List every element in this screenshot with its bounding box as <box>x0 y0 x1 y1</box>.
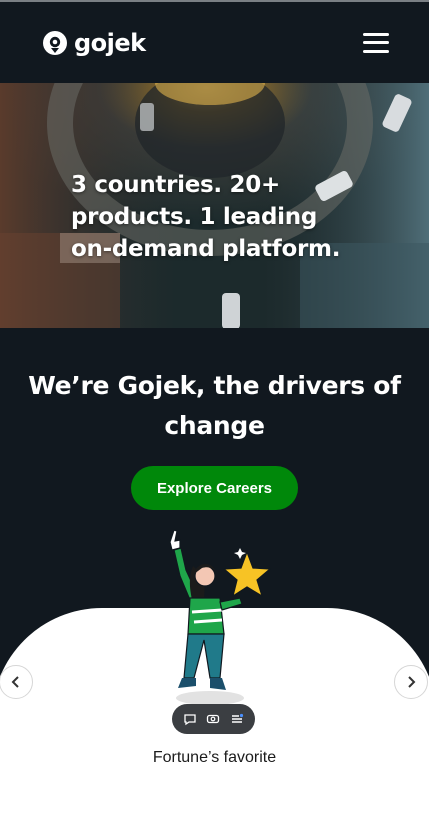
hero-line-2: products. 1 leading <box>71 204 318 230</box>
gojek-logo[interactable]: gojek <box>42 29 146 57</box>
chevron-left-icon <box>11 676 19 688</box>
list-icon[interactable] <box>228 710 246 728</box>
chevron-right-icon <box>408 676 416 688</box>
mission-line-1: We’re Gojek, the drivers of <box>28 371 401 400</box>
hamburger-menu-icon[interactable] <box>363 32 389 53</box>
logo-text: gojek <box>74 28 146 57</box>
floating-toolbar <box>172 704 255 734</box>
chat-bubble-icon[interactable] <box>181 710 199 728</box>
explore-careers-button[interactable]: Explore Careers <box>131 466 298 510</box>
mission-heading: We’re Gojek, the drivers of change <box>0 366 429 446</box>
driver-holding-star-illustration <box>169 529 272 705</box>
carousel-next-button[interactable] <box>394 665 428 699</box>
hero-line-3: on-demand platform. <box>71 236 341 262</box>
hero-line-1: 3 countries. 20+ <box>71 172 280 198</box>
mission-line-2: change <box>164 411 265 440</box>
site-header: gojek <box>0 2 429 83</box>
hero-headline: 3 countries. 20+ products. 1 leading on-… <box>71 169 371 265</box>
gojek-logo-icon <box>43 30 67 55</box>
carousel-prev-button[interactable] <box>0 665 33 699</box>
hero-banner: 3 countries. 20+ products. 1 leading on-… <box>0 83 429 328</box>
toggle-icon[interactable] <box>204 710 222 728</box>
carousel-caption: Fortune’s favorite <box>152 749 277 766</box>
